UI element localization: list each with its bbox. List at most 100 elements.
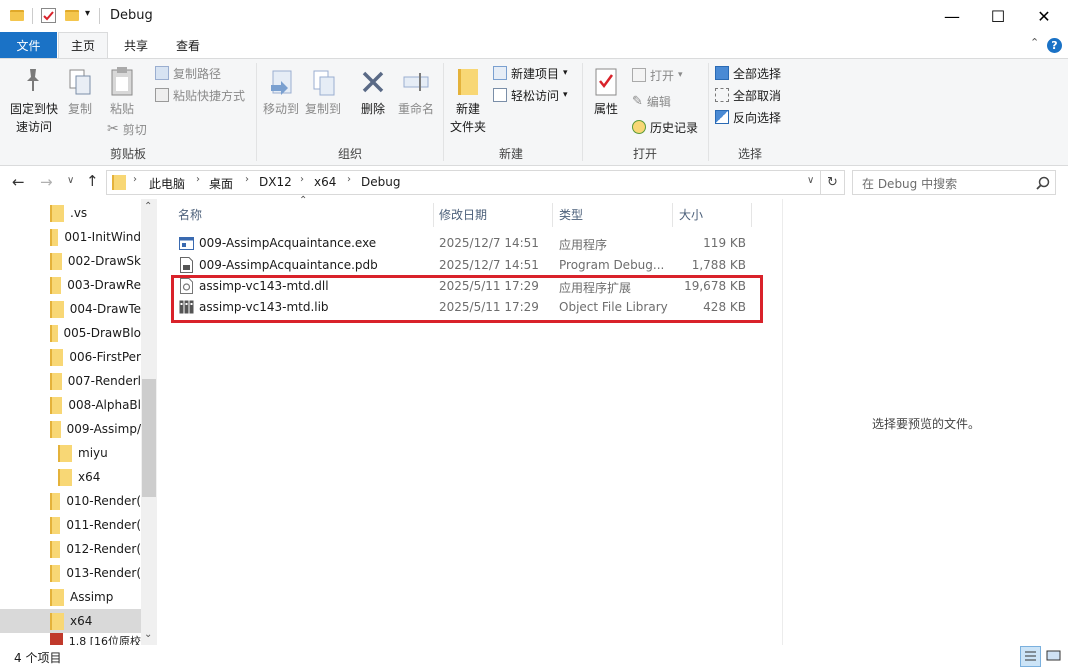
tab-share[interactable]: 共享: [110, 32, 162, 58]
nav-item[interactable]: Assimp: [0, 585, 141, 609]
nav-item[interactable]: 005-DrawBlo: [0, 321, 141, 345]
maximize-button[interactable]: ☐: [975, 0, 1021, 32]
address-bar[interactable]: › 此电脑 › 桌面 › DX12 › x64 › Debug ∨: [106, 170, 821, 195]
new-item-button[interactable]: 新建项目 ▾: [493, 63, 568, 83]
nav-item[interactable]: x64: [0, 465, 141, 489]
move-to-button[interactable]: 移动到: [261, 63, 301, 141]
nav-item[interactable]: 007-Renderl: [0, 369, 141, 393]
invert-selection-button[interactable]: 反向选择: [715, 107, 781, 127]
scroll-thumb[interactable]: [142, 379, 156, 497]
column-header-size[interactable]: 大小: [679, 206, 703, 223]
nav-scrollbar[interactable]: ⌃ ⌄: [141, 199, 157, 645]
up-button[interactable]: ↑: [86, 172, 99, 190]
nav-item[interactable]: 006-FirstPer: [0, 345, 141, 369]
pin-to-quick-access-button[interactable]: 固定到快 速访问: [7, 63, 61, 141]
cut-button[interactable]: ✂ 剪切: [107, 119, 147, 139]
paste-label: 粘贴: [109, 102, 134, 116]
recent-locations-button[interactable]: ∨: [67, 175, 74, 186]
column-header-name[interactable]: 名称: [178, 206, 202, 223]
properties-qat-button[interactable]: [41, 8, 56, 23]
search-input[interactable]: 在 Debug 中搜索: [852, 170, 1056, 195]
select-none-button[interactable]: 全部取消: [715, 85, 781, 105]
nav-item[interactable]: 011-Render(: [0, 513, 141, 537]
minimize-button[interactable]: —: [929, 0, 975, 32]
details-view-button[interactable]: [1020, 646, 1041, 667]
select-all-button[interactable]: 全部选择: [715, 63, 781, 83]
nav-item[interactable]: 002-DrawSk: [0, 249, 141, 273]
nav-item[interactable]: 008-AlphaBl: [0, 393, 141, 417]
file-row[interactable]: 009-AssimpAcquaintance.exe 2025/12/7 14:…: [171, 233, 771, 254]
breadcrumb-x64[interactable]: x64: [314, 175, 336, 189]
folder-icon: [50, 492, 61, 510]
large-icons-view-button[interactable]: [1044, 646, 1065, 667]
nav-label: 007-Renderl: [67, 374, 141, 388]
file-type: 应用程序: [559, 238, 608, 252]
tab-file[interactable]: 文件: [0, 32, 57, 58]
breadcrumb-debug[interactable]: Debug: [361, 175, 400, 189]
folder-icon: [50, 396, 63, 414]
checkmark-icon: [43, 11, 54, 21]
nav-item[interactable]: .vs: [0, 201, 141, 225]
breadcrumb-desktop[interactable]: 桌面: [209, 175, 233, 192]
new-folder-button[interactable]: 新建 文件夹: [448, 63, 488, 141]
pin-label: 固定到快: [9, 102, 58, 116]
nav-item[interactable]: 012-Render(: [0, 537, 141, 561]
tab-view[interactable]: 查看: [162, 32, 214, 58]
column-divider[interactable]: [672, 203, 673, 227]
open-button[interactable]: 打开 ▾: [632, 65, 683, 85]
new-folder-qat-icon[interactable]: [65, 10, 79, 21]
nav-item[interactable]: 003-DrawRe: [0, 273, 141, 297]
refresh-button[interactable]: ↻: [821, 170, 845, 195]
copy-path-button[interactable]: 复制路径: [155, 63, 221, 83]
forward-button[interactable]: →: [40, 173, 53, 191]
nav-item[interactable]: 1.8 [16位原校: [0, 633, 141, 645]
search-placeholder: 在 Debug 中搜索: [862, 177, 958, 191]
properties-button[interactable]: 属性: [588, 63, 624, 141]
help-icon[interactable]: ?: [1047, 38, 1062, 53]
nav-item[interactable]: 001-InitWind: [0, 225, 141, 249]
file-row[interactable]: 009-AssimpAcquaintance.pdb 2025/12/7 14:…: [171, 255, 771, 276]
nav-item[interactable]: 009-Assimp/: [0, 417, 141, 441]
collapse-ribbon-icon[interactable]: ⌃: [1030, 36, 1039, 49]
chevron-right-icon: ›: [347, 174, 351, 185]
nav-label: miyu: [78, 446, 108, 460]
nav-item[interactable]: 010-Render(: [0, 489, 141, 513]
back-button[interactable]: ←: [12, 173, 25, 191]
column-header-type[interactable]: 类型: [559, 206, 583, 223]
qat-dropdown-icon[interactable]: ▾: [85, 8, 90, 19]
column-divider[interactable]: [433, 203, 434, 227]
address-dropdown-icon[interactable]: ∨: [807, 175, 814, 186]
tab-home[interactable]: 主页: [58, 32, 108, 58]
breadcrumb-this-pc[interactable]: 此电脑: [149, 175, 185, 192]
rename-button[interactable]: 重命名: [395, 63, 437, 141]
history-button[interactable]: 历史记录: [632, 117, 698, 137]
close-button[interactable]: ✕: [1021, 0, 1067, 32]
nav-item-selected[interactable]: x64: [0, 609, 141, 633]
nav-label: 003-DrawRe: [67, 278, 141, 292]
copy-button[interactable]: 复制: [64, 63, 96, 141]
breadcrumb-dx12[interactable]: DX12: [259, 175, 292, 189]
nav-item[interactable]: miyu: [0, 441, 141, 465]
move-to-label: 移动到: [262, 102, 299, 116]
nav-item[interactable]: 013-Render(: [0, 561, 141, 585]
scroll-down-icon[interactable]: ⌄: [144, 629, 152, 640]
navigation-pane: .vs 001-InitWind 002-DrawSk 003-DrawRe 0…: [0, 199, 157, 645]
divider: [708, 63, 709, 161]
easy-access-button[interactable]: 轻松访问 ▾: [493, 85, 568, 105]
delete-button[interactable]: 删除: [355, 63, 391, 141]
column-divider[interactable]: [552, 203, 553, 227]
nav-item[interactable]: 004-DrawTe: [0, 297, 141, 321]
easy-access-icon: [493, 88, 507, 102]
copy-to-button[interactable]: 复制到: [303, 63, 343, 141]
column-divider[interactable]: [751, 203, 752, 227]
column-header-date[interactable]: 修改日期: [439, 206, 487, 223]
paste-shortcut-button[interactable]: 粘贴快捷方式: [155, 85, 245, 105]
history-label: 历史记录: [650, 120, 699, 135]
scroll-up-icon[interactable]: ⌃: [144, 201, 152, 212]
edit-button[interactable]: ✎ 编辑: [632, 91, 671, 111]
copy-to-label: 复制到: [304, 102, 341, 116]
properties-icon: [595, 68, 617, 96]
nav-label: 012-Render(: [66, 542, 141, 556]
archive-icon: [50, 633, 63, 645]
organize-group-label: 组织: [337, 147, 362, 161]
